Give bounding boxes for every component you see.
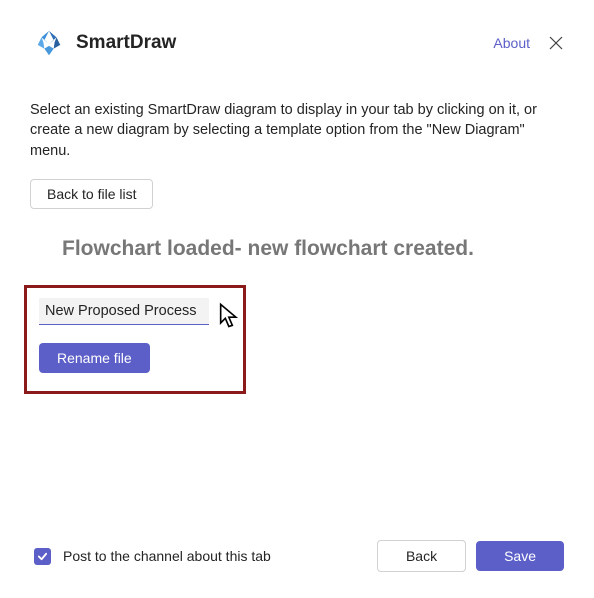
app-title: SmartDraw	[76, 32, 493, 54]
post-to-channel-label: Post to the channel about this tab	[63, 548, 271, 564]
post-to-channel-option: Post to the channel about this tab	[34, 548, 377, 565]
save-button[interactable]: Save	[476, 541, 564, 571]
back-to-file-list-button[interactable]: Back to file list	[30, 179, 153, 209]
rename-panel: Rename file	[24, 285, 246, 394]
filename-input[interactable]	[39, 298, 209, 325]
smartdraw-logo-icon	[34, 28, 64, 58]
instructions-text: Select an existing SmartDraw diagram to …	[0, 64, 594, 161]
post-to-channel-checkbox[interactable]	[34, 548, 51, 565]
cursor-arrow-icon	[216, 302, 244, 330]
dialog-header: SmartDraw About	[0, 0, 594, 64]
dialog-footer: Post to the channel about this tab Back …	[0, 540, 594, 572]
status-message: Flowchart loaded- new flowchart created.	[0, 237, 594, 261]
back-button[interactable]: Back	[377, 540, 466, 572]
close-icon[interactable]	[548, 35, 564, 51]
rename-file-button[interactable]: Rename file	[39, 343, 150, 373]
about-link[interactable]: About	[493, 35, 530, 51]
